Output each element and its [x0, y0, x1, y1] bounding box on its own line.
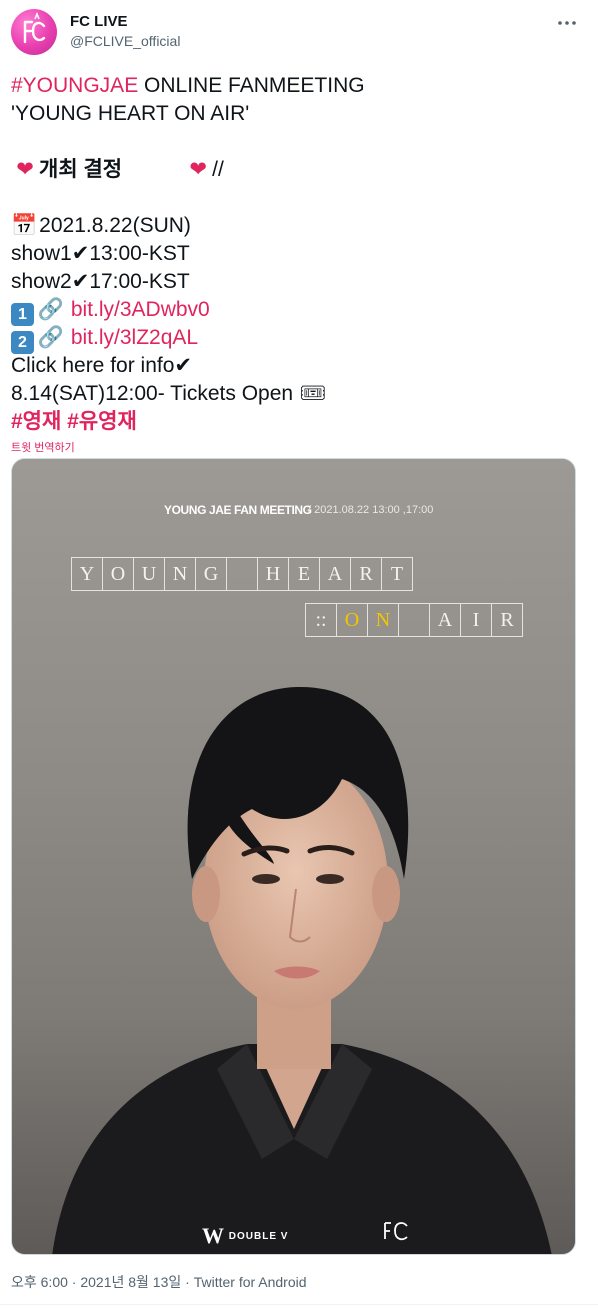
- poster-letter-cell: H: [257, 557, 289, 591]
- tweet-line-date: 📅2021.8.22(SUN): [11, 212, 586, 240]
- tweet-line-hashtags: #영재 #유영재: [11, 408, 586, 436]
- fc-logo-icon: [384, 1222, 408, 1241]
- tweet-header: FC LIVE @FCLIVE_official: [0, 0, 598, 64]
- poster-letter-cell: O: [336, 603, 368, 637]
- poster-heading-row2: :: O N A I R: [305, 603, 523, 637]
- poster-letter-cell: R: [491, 603, 523, 637]
- keycap-one-icon: 1: [11, 303, 34, 326]
- poster-letter-cell: R: [350, 557, 382, 591]
- show2-label: show2: [11, 270, 72, 293]
- display-name[interactable]: FC LIVE: [70, 13, 128, 30]
- poster-heading-row1: YOUNGHEART: [71, 557, 413, 591]
- more-options-icon[interactable]: [556, 13, 578, 33]
- avatar[interactable]: [11, 9, 57, 55]
- slashes-text: //: [212, 158, 224, 181]
- tweet-timestamp[interactable]: 오후 6:00 · 2021년 8월 13일 · Twitter for And…: [11, 1272, 307, 1292]
- poster-letter-cell: ::: [305, 603, 337, 637]
- poster-letter-cell: A: [319, 557, 351, 591]
- check-icon: ✔: [174, 354, 193, 377]
- check-icon: ✔: [71, 242, 90, 265]
- calendar-icon: 📅: [11, 214, 38, 237]
- poster-letter-cell: U: [133, 557, 165, 591]
- poster-letter-cell: Y: [71, 557, 103, 591]
- tweet-line-title: #YOUNGJAE ONLINE FANMEETING: [11, 72, 586, 100]
- ticket-icon: 🎟: [299, 382, 327, 405]
- poster-letter-cell: G: [195, 557, 227, 591]
- hashtag-youngjae[interactable]: #YOUNGJAE: [11, 74, 138, 97]
- subtitle-text: 'YOUNG HEART ON AIR': [11, 102, 250, 125]
- tweet-line-info: Click here for info✔: [11, 352, 586, 380]
- link-icon: 🔗: [37, 326, 65, 349]
- decision-text: 개최 결정: [39, 158, 123, 181]
- tweet-text: #YOUNGJAE ONLINE FANMEETING 'YOUNG HEART…: [11, 72, 586, 456]
- tweet-line-link2: 2 🔗 bit.ly/3lZ2qAL: [11, 324, 586, 354]
- check-icon: ✔: [71, 270, 90, 293]
- poster-letter-cell: O: [102, 557, 134, 591]
- fc-live-logo-icon: [23, 11, 46, 44]
- poster-letter-cell: [226, 557, 258, 591]
- link-show1[interactable]: bit.ly/3ADwbv0: [71, 298, 210, 321]
- heart-icon: ❤: [16, 158, 34, 181]
- poster-date: / 2021.08.22 13:00 ,17:00: [308, 504, 434, 516]
- tweet-line-show2: show2✔17:00-KST: [11, 268, 586, 296]
- show1-label: show1: [11, 242, 72, 265]
- user-handle[interactable]: @FCLIVE_official: [70, 33, 180, 49]
- poster-title: YOUNG JAE FAN MEETING: [164, 503, 312, 517]
- tweet-media-photo[interactable]: YOUNG JAE FAN MEETING / 2021.08.22 13:00…: [11, 458, 576, 1255]
- poster-letter-cell: T: [381, 557, 413, 591]
- divider: [0, 1304, 598, 1305]
- link-show2[interactable]: bit.ly/3lZ2qAL: [71, 326, 198, 349]
- tweet-line-tickets: 8.14(SAT)12:00- Tickets Open 🎟: [11, 380, 586, 408]
- link-icon: 🔗: [37, 298, 65, 321]
- keycap-two-icon: 2: [11, 331, 34, 354]
- poster-letter-cell: N: [367, 603, 399, 637]
- tweet-line-show1: show1✔13:00-KST: [11, 240, 586, 268]
- double-v-logo: W DOUBLE V: [202, 1223, 289, 1248]
- tickets-text: 8.14(SAT)12:00- Tickets Open: [11, 382, 294, 405]
- poster-letter-cell: I: [460, 603, 492, 637]
- translate-tweet-link[interactable]: 트윗 번역하기: [11, 440, 586, 456]
- heart-icon: ❤: [189, 158, 207, 181]
- event-date: 2021.8.22(SUN): [39, 214, 191, 237]
- poster-letter-cell: E: [288, 557, 320, 591]
- double-v-label: DOUBLE V: [228, 1231, 289, 1242]
- hashtag-youngjae-ko[interactable]: #영재: [11, 410, 61, 433]
- show2-time: 17:00-KST: [89, 270, 190, 293]
- poster-letter-cell: [398, 603, 430, 637]
- poster-letter-cell: N: [164, 557, 196, 591]
- hashtag-yuyoungjae[interactable]: #유영재: [67, 410, 137, 433]
- show1-time: 13:00-KST: [89, 242, 190, 265]
- title-text: ONLINE FANMEETING: [138, 74, 365, 97]
- tweet-line-decision: ❤ 개최 결정 ❤//: [11, 156, 586, 184]
- tweet-line-link1: 1 🔗 bit.ly/3ADwbv0: [11, 296, 586, 326]
- info-text: Click here for info: [11, 354, 175, 377]
- poster-letter-cell: A: [429, 603, 461, 637]
